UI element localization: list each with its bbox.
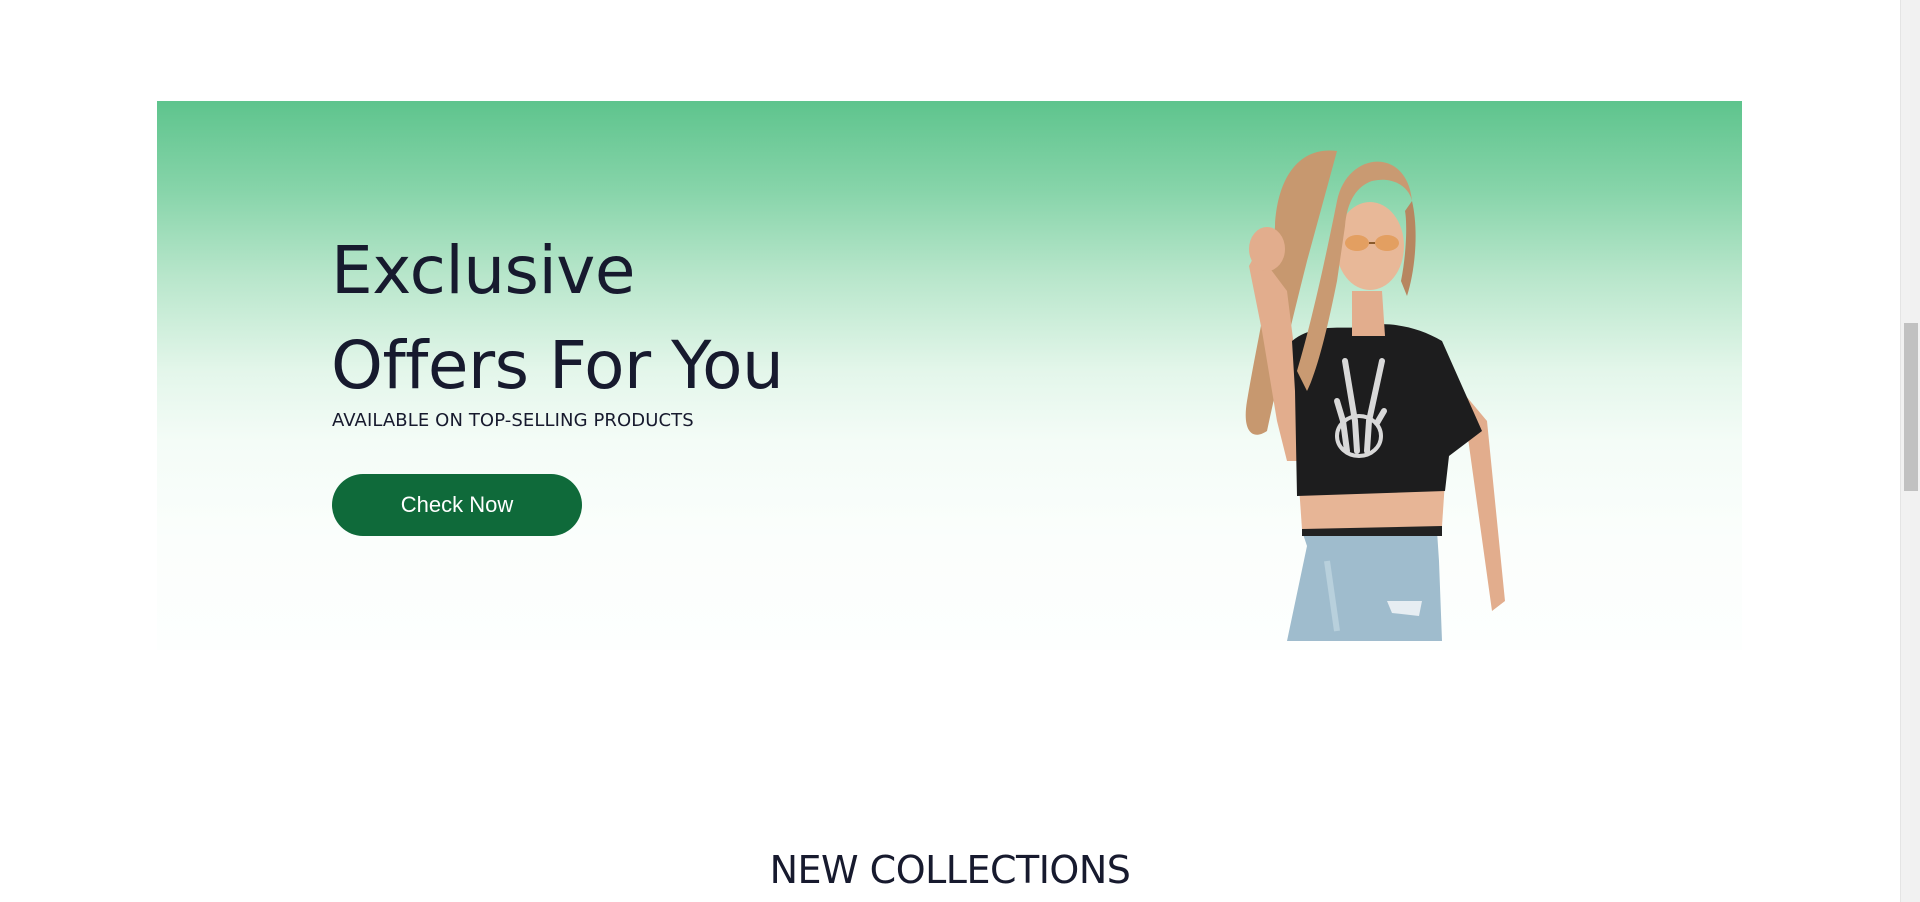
hero-title-line1: Exclusive bbox=[331, 232, 635, 309]
hero-title: Exclusive Offers For You bbox=[331, 223, 784, 413]
hero-title-line2: Offers For You bbox=[331, 327, 784, 404]
page-scrollbar[interactable] bbox=[1900, 0, 1920, 902]
scrollbar-thumb[interactable] bbox=[1904, 323, 1918, 491]
check-now-button[interactable]: Check Now bbox=[332, 474, 582, 536]
new-collections-title: NEW COLLECTIONS bbox=[769, 848, 1131, 892]
page: Exclusive Offers For You AVAILABLE ON TO… bbox=[0, 0, 1920, 902]
offers-banner: Exclusive Offers For You AVAILABLE ON TO… bbox=[157, 101, 1742, 650]
hero-subtitle: AVAILABLE ON TOP-SELLING PRODUCTS bbox=[332, 410, 694, 431]
model-photo bbox=[1245, 150, 1505, 641]
